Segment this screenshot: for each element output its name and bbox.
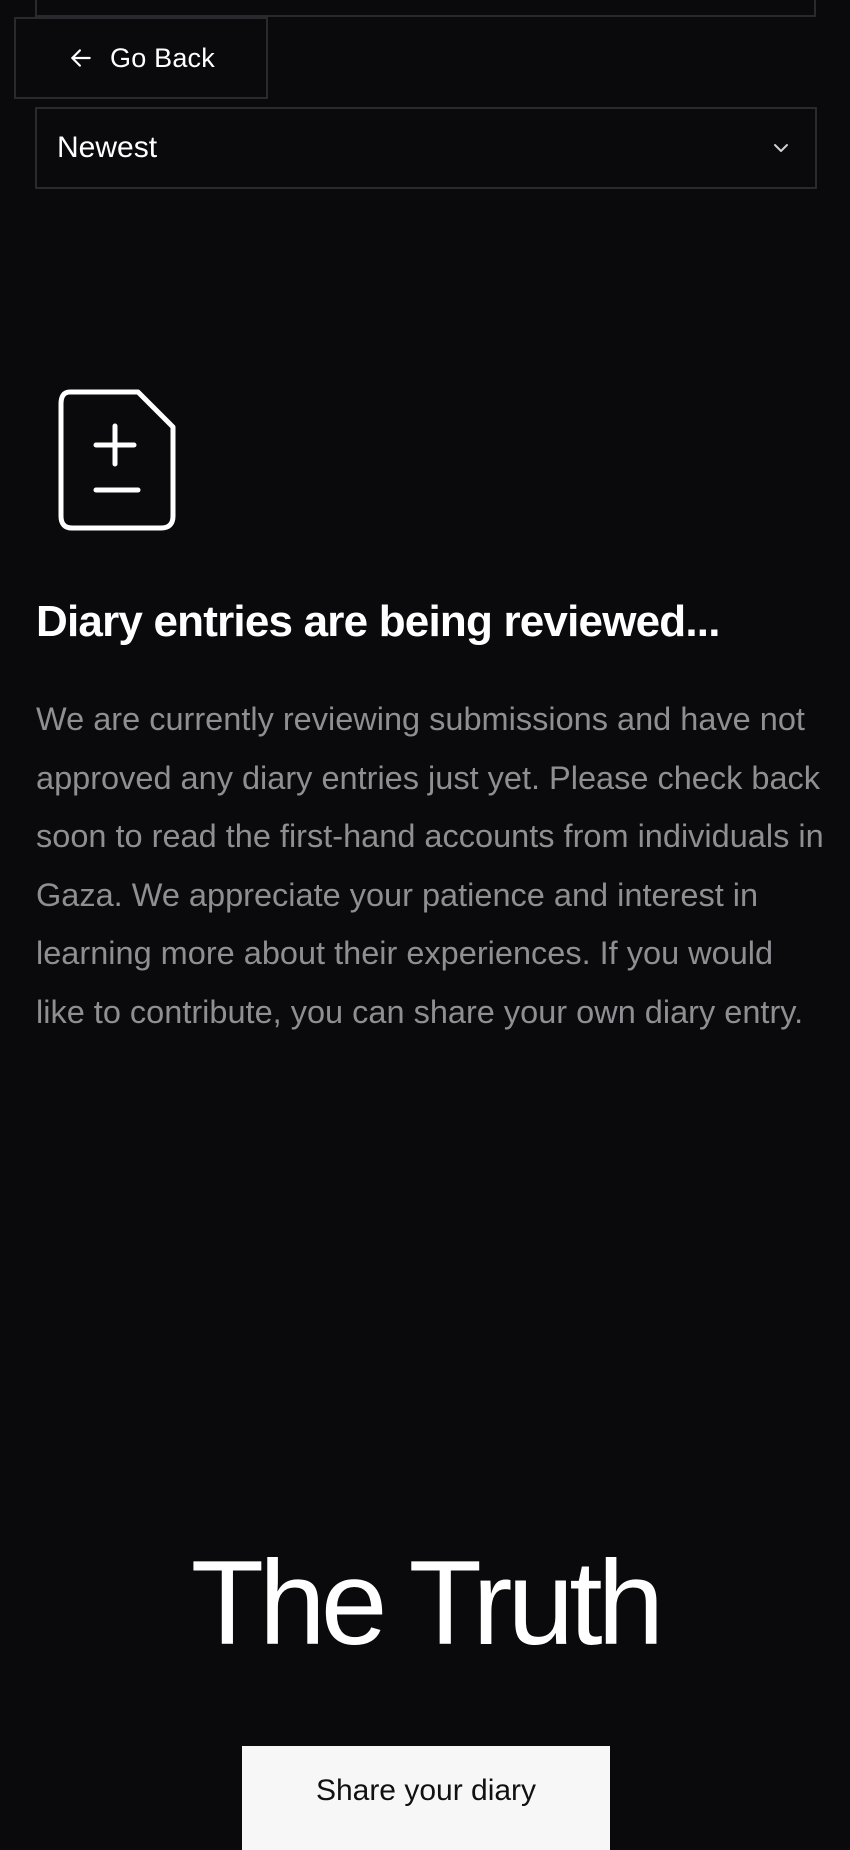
empty-state-message: We are currently reviewing submissions a… [36, 701, 824, 1030]
footer-title: The Truth [190, 1536, 665, 1670]
chevron-down-icon [769, 136, 793, 160]
go-back-label: Go Back [110, 42, 215, 73]
share-diary-button[interactable]: Share your diary [242, 1746, 610, 1850]
empty-state-heading: Diary entries are being reviewed... [36, 597, 720, 646]
go-back-button[interactable]: Go Back [14, 17, 268, 99]
arrow-left-icon [68, 45, 94, 71]
sort-select[interactable]: Newest [35, 107, 817, 189]
sort-select-value: Newest [57, 131, 158, 164]
previous-section-frame [35, 0, 816, 17]
document-plus-minus-icon [58, 389, 176, 531]
page: Go Back Newest Diary entries are being r… [0, 0, 850, 1850]
